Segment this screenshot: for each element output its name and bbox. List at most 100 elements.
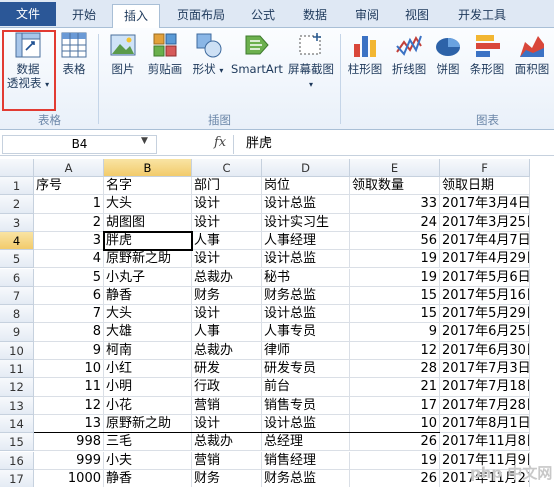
cell-c7[interactable]: 财务 [192, 286, 262, 306]
column-header-b[interactable]: B [104, 159, 192, 177]
cell-a8[interactable]: 7 [34, 305, 104, 324]
cell-a11[interactable]: 10 [34, 360, 104, 379]
name-box-dropdown-icon[interactable]: ▼ [141, 136, 148, 146]
cell-c17[interactable]: 财务 [192, 469, 262, 487]
cell-f10[interactable]: 2017年6月30日 [440, 341, 530, 360]
cell-e12[interactable]: 21 [350, 378, 440, 397]
cell-c10[interactable]: 总裁办 [192, 341, 262, 360]
cell-c2[interactable]: 设计 [192, 195, 262, 214]
row-header-15[interactable]: 15 [0, 433, 34, 452]
cell-a7[interactable]: 6 [34, 286, 104, 306]
cell-b3[interactable]: 胡图图 [104, 213, 192, 232]
cell-a9[interactable]: 8 [34, 323, 104, 342]
cell-c6[interactable]: 总裁办 [192, 268, 262, 287]
row-header-3[interactable]: 3 [0, 213, 34, 232]
cell-d1[interactable]: 岗位 [262, 177, 350, 196]
column-header-f[interactable]: F [440, 159, 530, 177]
cell-a5[interactable]: 4 [34, 250, 104, 269]
row-header-17[interactable]: 17 [0, 469, 34, 487]
cell-f8[interactable]: 2017年5月29日 [440, 305, 530, 324]
cell-b8[interactable]: 大头 [104, 305, 192, 324]
cell-c16[interactable]: 营销 [192, 451, 262, 470]
cell-b17[interactable]: 静香 [104, 469, 192, 487]
cell-a14[interactable]: 13 [34, 414, 104, 434]
row-header-1[interactable]: 1 [0, 177, 34, 196]
smartart-button[interactable]: SmartArt [230, 30, 284, 76]
table-button[interactable]: 表格 [58, 30, 90, 76]
shapes-button[interactable]: 形状 ▾ [190, 30, 226, 78]
column-chart-button[interactable]: 柱形图 [344, 30, 386, 76]
cell-d3[interactable]: 设计实习生 [262, 213, 350, 232]
cell-a15[interactable]: 998 [34, 433, 104, 452]
cell-b2[interactable]: 大头 [104, 195, 192, 214]
row-header-8[interactable]: 8 [0, 305, 34, 324]
cell-d2[interactable]: 设计总监 [262, 195, 350, 214]
screenshot-button[interactable]: 屏幕截图 ▾ [286, 30, 336, 92]
cell-a17[interactable]: 1000 [34, 469, 104, 487]
row-header-13[interactable]: 13 [0, 396, 34, 415]
cell-d8[interactable]: 设计总监 [262, 305, 350, 324]
cell-d11[interactable]: 研发专员 [262, 360, 350, 379]
tab-insert[interactable]: 插入 [112, 4, 160, 29]
cell-d5[interactable]: 设计总监 [262, 250, 350, 269]
cell-f2[interactable]: 2017年3月4日 [440, 195, 530, 214]
cell-a12[interactable]: 11 [34, 378, 104, 397]
row-header-9[interactable]: 9 [0, 323, 34, 342]
cell-f14[interactable]: 2017年8月1日 [440, 414, 530, 434]
cell-c4[interactable]: 人事 [192, 231, 262, 251]
cell-e17[interactable]: 26 [350, 469, 440, 487]
cell-b14[interactable]: 原野新之助 [104, 414, 192, 434]
cell-c13[interactable]: 营销 [192, 396, 262, 415]
cell-b7[interactable]: 静香 [104, 286, 192, 306]
cell-e10[interactable]: 12 [350, 341, 440, 360]
column-header-c[interactable]: C [192, 159, 262, 177]
area-chart-button[interactable]: 面积图 [510, 30, 554, 76]
tab-view[interactable]: 视图 [394, 4, 440, 28]
cell-f15[interactable]: 2017年11月8日 [440, 433, 530, 452]
tab-home[interactable]: 开始 [60, 4, 108, 28]
row-header-11[interactable]: 11 [0, 360, 34, 379]
cell-d14[interactable]: 设计总监 [262, 414, 350, 434]
tab-review[interactable]: 审阅 [344, 4, 390, 28]
cell-a13[interactable]: 12 [34, 396, 104, 415]
cell-d10[interactable]: 律师 [262, 341, 350, 360]
cell-b6[interactable]: 小丸子 [104, 268, 192, 287]
cell-f13[interactable]: 2017年7月28日 [440, 396, 530, 415]
cell-e4[interactable]: 56 [350, 231, 440, 251]
cell-e15[interactable]: 26 [350, 433, 440, 452]
cell-a2[interactable]: 1 [34, 195, 104, 214]
tab-file[interactable]: 文件 [0, 2, 56, 26]
cell-e13[interactable]: 17 [350, 396, 440, 415]
cell-c11[interactable]: 研发 [192, 360, 262, 379]
cell-f12[interactable]: 2017年7月18日 [440, 378, 530, 397]
cell-f7[interactable]: 2017年5月16日 [440, 286, 530, 306]
cell-d15[interactable]: 总经理 [262, 433, 350, 452]
insert-function-icon[interactable]: fx [214, 135, 226, 150]
cell-b12[interactable]: 小明 [104, 378, 192, 397]
select-all-corner[interactable] [0, 159, 34, 177]
row-header-12[interactable]: 12 [0, 378, 34, 397]
picture-button[interactable]: 图片 [106, 30, 140, 76]
cell-f3[interactable]: 2017年3月25日 [440, 213, 530, 232]
cell-a4[interactable]: 3 [34, 231, 104, 251]
cell-e2[interactable]: 33 [350, 195, 440, 214]
cell-e16[interactable]: 19 [350, 451, 440, 470]
name-box[interactable]: B4 [2, 135, 157, 154]
cell-b9[interactable]: 大雄 [104, 323, 192, 342]
row-header-7[interactable]: 7 [0, 286, 34, 306]
cell-e3[interactable]: 24 [350, 213, 440, 232]
cell-c3[interactable]: 设计 [192, 213, 262, 232]
cell-d16[interactable]: 销售经理 [262, 451, 350, 470]
cell-e8[interactable]: 15 [350, 305, 440, 324]
cell-e9[interactable]: 9 [350, 323, 440, 342]
cell-d6[interactable]: 秘书 [262, 268, 350, 287]
cell-b16[interactable]: 小夫 [104, 451, 192, 470]
tab-data[interactable]: 数据 [292, 4, 338, 28]
cell-a6[interactable]: 5 [34, 268, 104, 287]
tab-page-layout[interactable]: 页面布局 [164, 4, 238, 28]
cell-f1[interactable]: 领取日期 [440, 177, 530, 196]
cell-b11[interactable]: 小红 [104, 360, 192, 379]
cell-c14[interactable]: 设计 [192, 414, 262, 434]
column-header-e[interactable]: E [350, 159, 440, 177]
row-header-6[interactable]: 6 [0, 268, 34, 287]
